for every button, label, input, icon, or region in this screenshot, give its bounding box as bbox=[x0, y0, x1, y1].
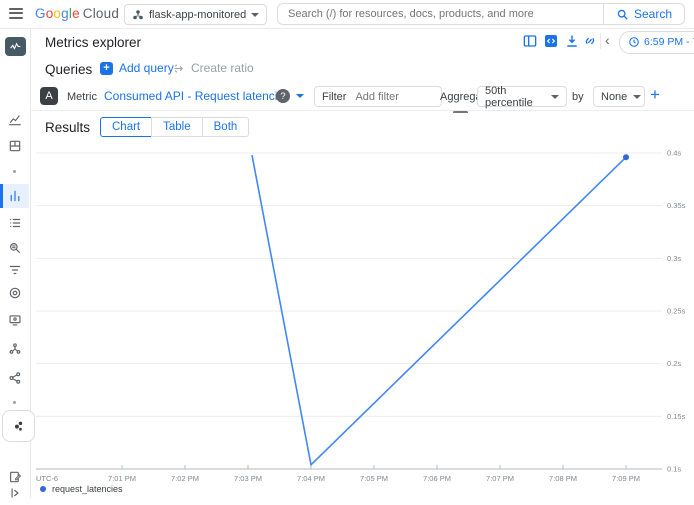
filter-label: Filter bbox=[322, 91, 346, 103]
chevron-down-icon bbox=[633, 95, 641, 99]
latency-line-chart[interactable]: 0.4s 0.35s 0.3s 0.25s 0.2s 0.15s 0.1s 7:01 PM 7:… bbox=[30, 141, 694, 481]
results-tab-table[interactable]: Table bbox=[151, 117, 203, 137]
menu-icon[interactable] bbox=[9, 8, 23, 19]
plus-icon: + bbox=[100, 62, 113, 75]
chevron-down-icon bbox=[551, 95, 559, 99]
y-tick-label: 0.15s bbox=[667, 412, 686, 421]
series-line[interactable] bbox=[252, 155, 626, 465]
y-tick-label: 0.1s bbox=[667, 465, 681, 474]
add-query-button[interactable]: + Add query bbox=[100, 61, 174, 75]
add-query-label: Add query bbox=[119, 61, 174, 75]
queries-section-header: Queries + Add query Create ratio bbox=[30, 55, 694, 84]
top-bar: GoogleCloud flask-app-monitored Search bbox=[0, 0, 694, 29]
add-clause-button[interactable]: + bbox=[650, 85, 660, 105]
group-by-dropdown[interactable]: None bbox=[593, 86, 645, 107]
queries-title: Queries bbox=[45, 62, 92, 77]
y-tick-label: 0.35s bbox=[667, 201, 686, 210]
google-cloud-logo: GoogleCloud bbox=[35, 6, 119, 21]
link-icon[interactable] bbox=[582, 33, 599, 50]
timezone-label: UTC-6 bbox=[36, 474, 58, 481]
x-tick-label: 7:03 PM bbox=[234, 474, 262, 481]
search-icon bbox=[616, 8, 629, 21]
cloud-logo-text: Cloud bbox=[83, 6, 119, 21]
page-header: Metrics explorer ‹ 6:59 PM - 7:0 bbox=[30, 28, 694, 56]
chevron-down-icon bbox=[296, 94, 304, 98]
chart-legend: request_latencies bbox=[40, 484, 123, 494]
metrics-explorer-icon[interactable] bbox=[0, 184, 29, 208]
results-tab-both[interactable]: Both bbox=[202, 117, 250, 137]
create-ratio-label: Create ratio bbox=[191, 61, 254, 75]
x-tick-label: 7:06 PM bbox=[423, 474, 451, 481]
by-label: by bbox=[572, 91, 584, 103]
results-tab-chart[interactable]: Chart bbox=[100, 117, 152, 137]
chart-area: 0.4s 0.35s 0.3s 0.25s 0.2s 0.15s 0.1s 7:01 PM 7:… bbox=[30, 141, 694, 498]
results-view-toggle: ChartTableBoth bbox=[100, 117, 249, 137]
aggregation-value: 50th percentile bbox=[485, 85, 545, 109]
legend-series-dot bbox=[40, 486, 46, 492]
aggregation-dropdown[interactable]: 50th percentile bbox=[477, 86, 567, 107]
collapse-left-icon[interactable]: ‹ bbox=[605, 32, 610, 48]
metric-label: Metric bbox=[67, 91, 97, 103]
legend-series-label: request_latencies bbox=[52, 484, 123, 494]
incidents-icon[interactable] bbox=[0, 281, 29, 305]
filter-input[interactable] bbox=[353, 90, 427, 104]
x-tick-label: 7:02 PM bbox=[171, 474, 199, 481]
metric-dropdown[interactable]: Consumed API - Request latencies bbox=[104, 89, 304, 103]
google-logo-text: Google bbox=[35, 6, 80, 21]
search-button-label: Search bbox=[634, 7, 672, 21]
global-search: Search bbox=[277, 3, 685, 25]
download-icon[interactable] bbox=[564, 33, 581, 50]
y-tick-label: 0.4s bbox=[667, 149, 681, 158]
y-tick-label: 0.3s bbox=[667, 254, 681, 263]
nav-separator-dot bbox=[13, 401, 16, 404]
project-icon bbox=[132, 9, 144, 21]
clock-icon bbox=[628, 36, 640, 48]
monitoring-badge-icon[interactable] bbox=[5, 37, 26, 56]
y-tick-label: 0.2s bbox=[667, 359, 681, 368]
results-section-header: Results ChartTableBoth bbox=[30, 113, 694, 142]
services-icon[interactable] bbox=[2, 410, 35, 442]
alerting-list-icon[interactable] bbox=[0, 211, 29, 235]
project-selector[interactable]: flask-app-monitored bbox=[124, 4, 267, 25]
uptime-checks-icon[interactable] bbox=[0, 308, 29, 332]
search-button[interactable]: Search bbox=[603, 4, 684, 24]
trace-filter-icon[interactable] bbox=[0, 258, 29, 282]
chevron-down-icon bbox=[251, 13, 259, 17]
search-input[interactable] bbox=[278, 8, 603, 20]
x-tick-label: 7:01 PM bbox=[108, 474, 136, 481]
x-tick-label: 7:08 PM bbox=[549, 474, 577, 481]
divider bbox=[600, 33, 601, 49]
code-icon[interactable] bbox=[543, 33, 560, 50]
series-end-point[interactable] bbox=[623, 154, 629, 160]
results-title: Results bbox=[45, 120, 90, 135]
metric-value: Consumed API - Request latencies bbox=[104, 89, 290, 103]
left-nav-rail bbox=[0, 28, 31, 498]
x-tick-label: 7:07 PM bbox=[486, 474, 514, 481]
groups-icon[interactable] bbox=[0, 337, 29, 361]
page-title: Metrics explorer bbox=[45, 35, 141, 50]
docs-panel-icon[interactable] bbox=[522, 33, 539, 50]
integrations-icon[interactable] bbox=[0, 366, 29, 390]
time-range-label: 6:59 PM - 7:0 bbox=[644, 36, 694, 48]
create-ratio-button[interactable]: Create ratio bbox=[173, 61, 254, 75]
group-by-value: None bbox=[601, 91, 627, 103]
x-tick-label: 7:09 PM bbox=[612, 474, 640, 481]
dashboards-icon[interactable] bbox=[0, 134, 29, 158]
query-builder-row: A Metric Consumed API - Request latencie… bbox=[30, 83, 694, 111]
log-search-icon[interactable] bbox=[0, 236, 29, 260]
expand-panel-icon[interactable] bbox=[0, 481, 29, 505]
ratio-icon bbox=[173, 62, 186, 75]
time-range-button[interactable]: 6:59 PM - 7:0 bbox=[619, 31, 694, 54]
x-tick-label: 7:04 PM bbox=[297, 474, 325, 481]
overview-icon[interactable] bbox=[0, 108, 29, 132]
filter-field: Filter bbox=[314, 86, 442, 107]
x-tick-label: 7:05 PM bbox=[360, 474, 388, 481]
project-name: flask-app-monitored bbox=[149, 9, 246, 21]
help-icon[interactable]: ? bbox=[276, 89, 290, 103]
nav-separator-dot bbox=[13, 170, 16, 173]
query-letter-chip[interactable]: A bbox=[40, 87, 58, 105]
y-tick-label: 0.25s bbox=[667, 307, 686, 316]
